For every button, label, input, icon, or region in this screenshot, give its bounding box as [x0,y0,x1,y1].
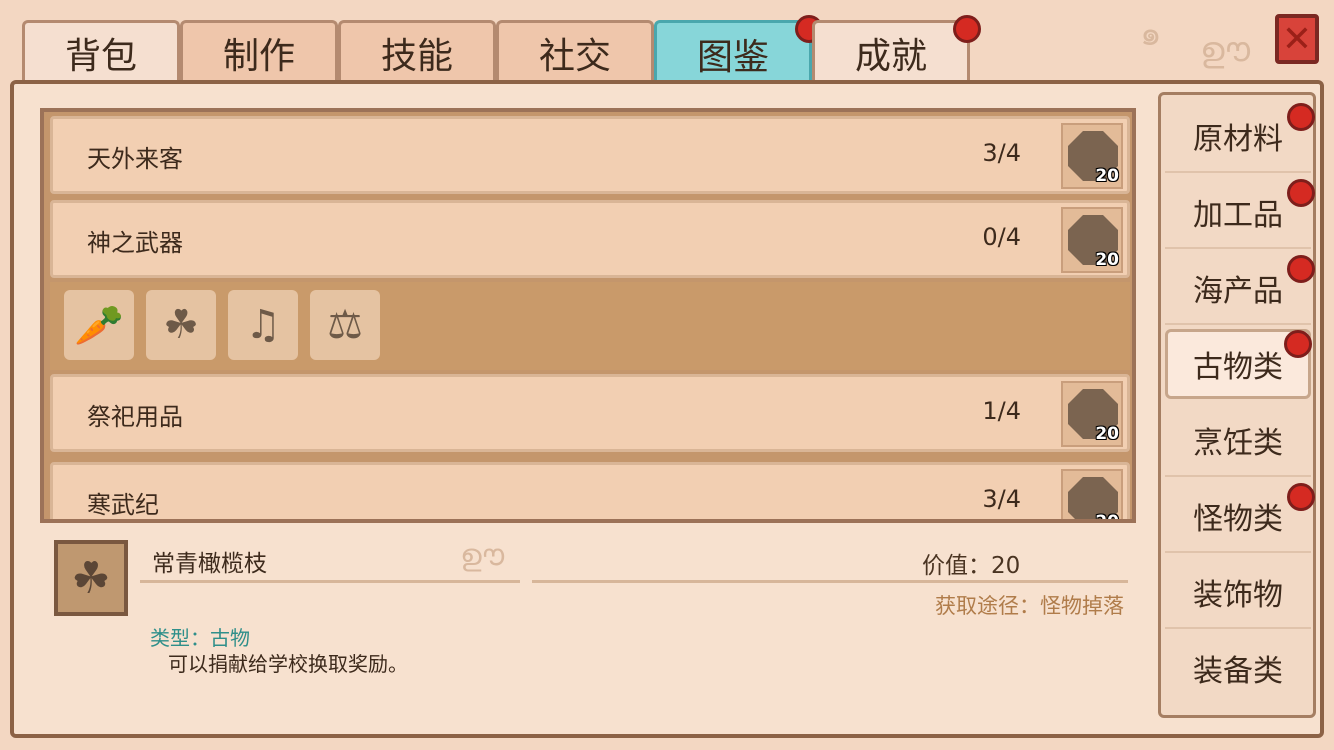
reward-slot[interactable]: 20 [1061,381,1123,447]
category-antiques[interactable]: 古物类 [1165,329,1312,399]
collection-list[interactable]: 天外来客 3/4 20 神之武器 0/4 20 🥕 ☘ ♫ ⚖ 祭祀用品 1/4… [40,108,1136,523]
collection-name: 祭祀用品 [87,403,183,431]
item-source: 获取途径：怪物掉落 [935,594,1124,618]
collection-name: 神之武器 [87,229,183,257]
olive-branch-silhouette-icon: ☘ [54,540,128,616]
notification-badge [1287,483,1315,511]
close-x-icon: ✕ [1281,18,1313,60]
collection-name: 寒武纪 [87,491,159,519]
item-name: 常青橄榄枝 [152,551,267,577]
tab-skills[interactable]: 技能 [338,20,496,82]
category-processed[interactable]: 加工品 [1165,177,1315,249]
reward-quantity: 20 [1095,424,1119,444]
collection-name: 天外来客 [87,145,183,173]
swirl-decoration-icon: ഊ [1200,30,1251,70]
reward-quantity: 20 [1095,166,1119,186]
swirl-decoration-icon: ഊ [460,538,505,573]
tab-achievements[interactable]: 成就 [812,15,981,82]
category-raw-materials[interactable]: 原材料 [1165,101,1315,173]
item-value: 价值：20 [922,553,1021,579]
notification-badge [953,15,981,43]
olive-branch-silhouette-icon[interactable]: ☘ [146,290,216,360]
reward-slot[interactable]: 20 [1061,469,1123,523]
tab-crafting[interactable]: 制作 [180,20,338,82]
list-item[interactable]: 寒武纪 3/4 20 [50,462,1130,523]
collection-items-panel: 🥕 ☘ ♫ ⚖ [50,282,1130,370]
scale-silhouette-icon[interactable]: ⚖ [310,290,380,360]
category-cooking[interactable]: 烹饪类 [1165,405,1311,477]
category-monster[interactable]: 怪物类 [1165,481,1315,553]
tab-backpack[interactable]: 背包 [22,20,180,82]
notification-badge [1287,179,1315,207]
carrot-silhouette-icon[interactable]: 🥕 [64,290,134,360]
category-decoration[interactable]: 装饰物 [1165,557,1311,629]
item-type: 类型：古物 [150,626,250,650]
collection-progress: 3/4 [982,485,1021,513]
list-item[interactable]: 祭祀用品 1/4 20 [50,374,1130,452]
reward-slot[interactable]: 20 [1061,123,1123,189]
list-item[interactable]: 天外来客 3/4 20 [50,116,1130,194]
collection-progress: 3/4 [982,139,1021,167]
category-equipment[interactable]: 装备类 [1165,633,1311,703]
notification-badge [1287,255,1315,283]
tab-bar: 背包 制作 技能 社交 图鉴 成就 [22,14,981,84]
item-description: 可以捐献给学校换取奖励。 [168,652,408,676]
category-seafood[interactable]: 海产品 [1165,253,1315,325]
collection-progress: 0/4 [982,223,1021,251]
close-button[interactable]: ✕ [1275,14,1319,64]
divider [140,580,520,583]
notification-badge [1284,330,1312,358]
tab-collection[interactable]: 图鉴 [654,15,823,84]
reward-quantity: 20 [1095,250,1119,270]
tab-social[interactable]: 社交 [496,20,654,82]
swirl-decoration-icon: ๑ [1140,14,1162,54]
list-item[interactable]: 神之武器 0/4 20 [50,200,1130,278]
reward-quantity: 20 [1095,512,1119,523]
collection-progress: 1/4 [982,397,1021,425]
reward-slot[interactable]: 20 [1061,207,1123,273]
category-sidebar: 原材料 加工品 海产品 古物类 烹饪类 怪物类 装饰物 装备类 [1158,92,1316,718]
lyre-silhouette-icon[interactable]: ♫ [228,290,298,360]
notification-badge [1287,103,1315,131]
divider [532,580,1128,583]
item-detail-panel: ☘ 常青橄榄枝 ഊ 价值：20 获取途径：怪物掉落 类型：古物 可以捐献给学校换… [36,528,1146,718]
